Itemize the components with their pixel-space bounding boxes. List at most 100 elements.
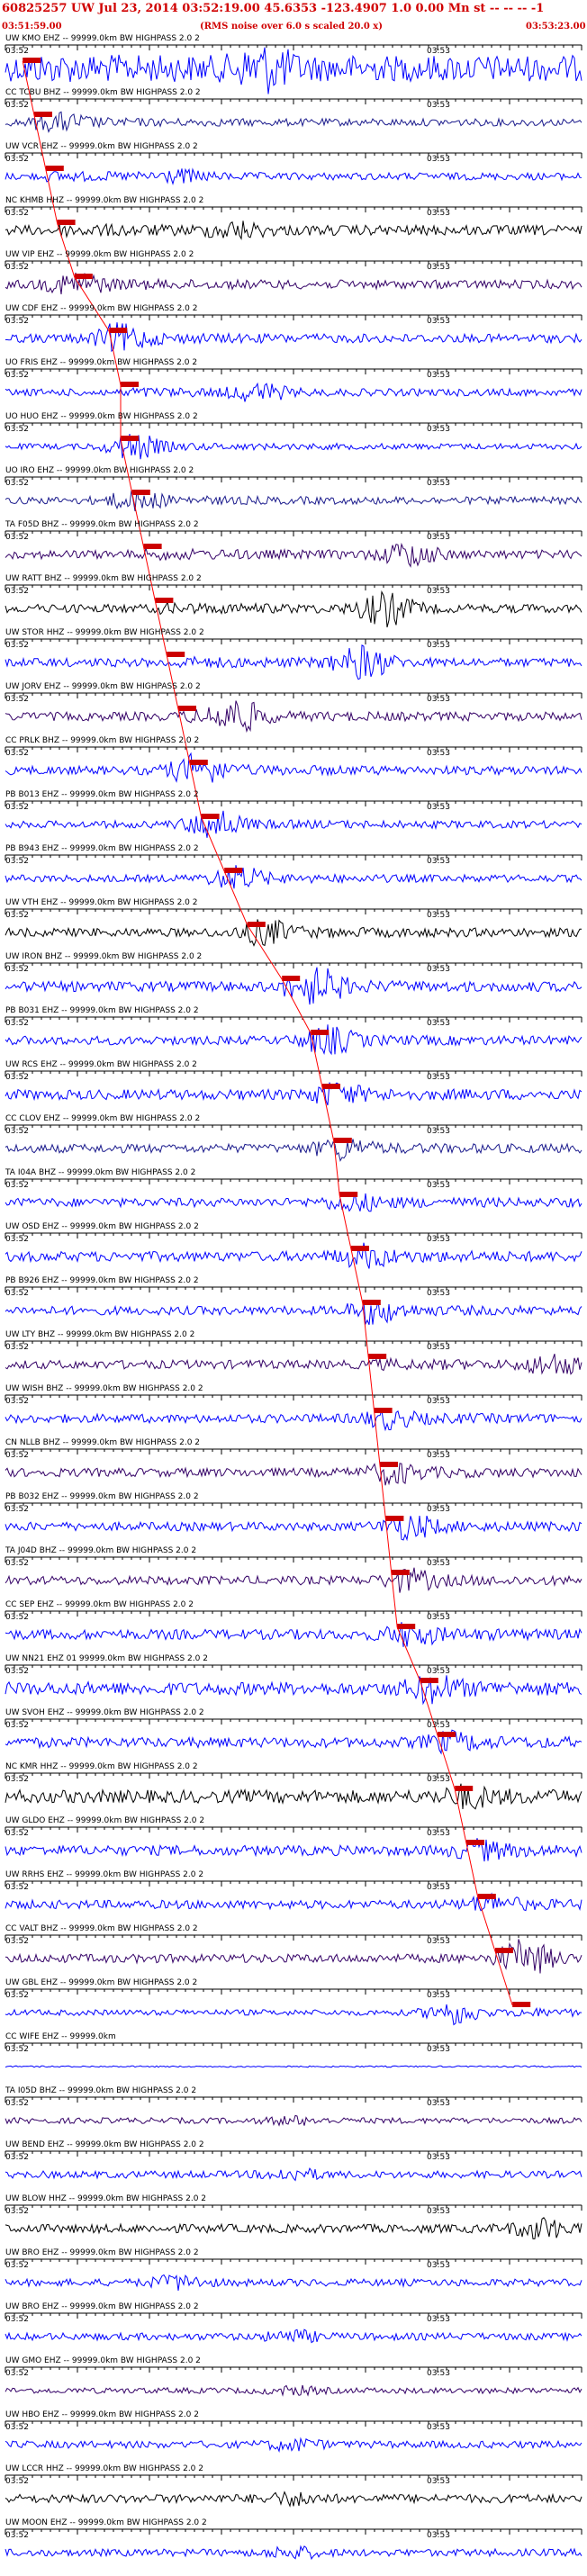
time-ticks — [5, 1071, 582, 1076]
tick-label-right: 03:53 — [427, 1559, 450, 1568]
waveform-trace — [5, 1838, 582, 1862]
waveform-trace — [5, 1242, 582, 1269]
tick-label-left: 03:52 — [5, 425, 29, 434]
tick-label-right: 03:53 — [427, 2423, 450, 2432]
time-ticks — [5, 369, 582, 374]
waveform-trace — [5, 542, 582, 568]
phase-pick-marker — [466, 1840, 484, 1845]
tick-label-left: 03:52 — [5, 2207, 29, 2216]
tick-label-right: 03:53 — [427, 911, 450, 920]
trace-label: UW STOR HHZ -- 99999.0km BW HIGHPASS 2.0… — [5, 628, 204, 637]
waveform-trace — [5, 810, 582, 838]
tick-label-left: 03:52 — [5, 641, 29, 650]
trace-label: UW RCS EHZ -- 99999.0km BW HIGHPASS 2.0 … — [5, 1060, 197, 1069]
time-ticks — [5, 1287, 582, 1293]
time-ticks — [5, 1341, 582, 1347]
phase-pick-marker — [362, 1300, 381, 1305]
tick-label-right: 03:53 — [427, 803, 450, 812]
tick-label-left: 03:52 — [5, 47, 29, 56]
trace-label: UW WISH BHZ -- 99999.0km BW HIGHPASS 2.0… — [5, 1384, 203, 1393]
time-ticks — [5, 639, 582, 644]
waveform-trace — [5, 590, 582, 628]
tick-label-right: 03:53 — [427, 533, 450, 542]
time-ticks — [5, 1881, 582, 1887]
tick-label-right: 03:53 — [427, 1397, 450, 1406]
tick-label-right: 03:53 — [427, 1937, 450, 1946]
waveform-trace — [5, 1463, 582, 1486]
trace-label: PB B943 EHZ -- 99999.0km BW HIGHPASS 2.0… — [5, 844, 199, 853]
time-ticks — [5, 207, 582, 212]
tick-label-right: 03:53 — [427, 1775, 450, 1784]
trace-label: UW SVOH EHZ -- 99999.0km BW HIGHPASS 2.0… — [5, 1708, 204, 1717]
phase-pick-marker — [143, 544, 162, 549]
phase-pick-marker — [420, 1678, 438, 1683]
time-ticks — [5, 1395, 582, 1401]
waveform-trace — [5, 434, 582, 460]
waveform-trace — [5, 2328, 582, 2344]
tick-label-left: 03:52 — [5, 533, 29, 542]
trace-label: UW LTY BHZ -- 99999.0km BW HIGHPASS 2.0 … — [5, 1330, 195, 1339]
waveform-trace — [5, 2166, 582, 2182]
time-ticks — [5, 855, 582, 860]
time-ticks — [5, 153, 582, 158]
waveform-trace — [5, 2436, 582, 2454]
tick-label-right: 03:53 — [427, 857, 450, 866]
phase-pick-marker — [385, 1516, 404, 1521]
tick-label-left: 03:52 — [5, 479, 29, 488]
phase-pick-marker — [131, 490, 150, 495]
trace-label: UW BRO EHZ -- 99999.0km BW HIGHPASS 2.0 … — [5, 2248, 199, 2257]
phase-pick-marker — [45, 166, 64, 171]
waveform-trace — [5, 967, 582, 1005]
phase-pick-marker — [247, 922, 266, 927]
time-ticks — [5, 423, 582, 428]
tick-label-left: 03:52 — [5, 587, 29, 596]
tick-label-right: 03:53 — [427, 2261, 450, 2270]
phase-pick-marker — [333, 1138, 352, 1143]
phase-pick-marker — [512, 2002, 531, 2007]
tick-label-right: 03:53 — [427, 2099, 450, 2108]
time-ticks — [5, 2313, 582, 2319]
tick-label-left: 03:52 — [5, 803, 29, 812]
time-ticks — [5, 1827, 582, 1833]
seismogram-plot: UW KMO EHZ -- 99999.0km BW HIGHPASS 2.0 … — [0, 34, 587, 2572]
tick-label-left: 03:52 — [5, 1775, 29, 1784]
time-ticks — [5, 531, 582, 536]
time-ticks — [5, 1611, 582, 1617]
tick-label-right: 03:53 — [427, 1829, 450, 1838]
time-ticks — [5, 1719, 582, 1725]
time-ticks — [5, 1233, 582, 1238]
tick-label-left: 03:52 — [5, 1559, 29, 1568]
tick-label-right: 03:53 — [427, 1451, 450, 1460]
waveform-trace — [5, 2274, 582, 2291]
tick-label-right: 03:53 — [427, 1181, 450, 1190]
phase-pick-marker — [397, 1624, 416, 1629]
tick-label-left: 03:52 — [5, 371, 29, 380]
tick-label-left: 03:52 — [5, 317, 29, 326]
start-time: 03:51:59.00 — [2, 22, 62, 32]
time-ticks — [5, 261, 582, 266]
phase-pick-marker — [74, 274, 93, 279]
phase-pick-marker — [167, 652, 185, 657]
tick-label-right: 03:53 — [427, 2153, 450, 2162]
tick-label-left: 03:52 — [5, 263, 29, 272]
tick-label-left: 03:52 — [5, 965, 29, 974]
phase-pick-marker — [178, 706, 196, 711]
tick-label-right: 03:53 — [427, 1127, 450, 1136]
time-ticks — [5, 1125, 582, 1130]
waveform-trace — [5, 1939, 582, 1974]
tick-label-left: 03:52 — [5, 1505, 29, 1514]
waveform-trace — [5, 1024, 582, 1056]
time-ticks — [5, 2259, 582, 2265]
waveform-trace — [5, 1139, 582, 1162]
time-ticks — [5, 1449, 582, 1455]
waveform-trace — [5, 322, 582, 353]
trace-label: UW IRON BHZ -- 99999.0km BW HIGHPASS 2.0… — [5, 952, 203, 961]
trace-label: UW NN21 EHZ 01 99999.0km BW HIGHPASS 2.0… — [5, 1654, 208, 1663]
tick-label-left: 03:52 — [5, 2531, 29, 2540]
tick-label-left: 03:52 — [5, 1019, 29, 1028]
tick-label-right: 03:53 — [427, 1343, 450, 1352]
tick-label-right: 03:53 — [427, 1505, 450, 1514]
time-ticks — [5, 2529, 582, 2535]
trace-label: TA I04A BHZ -- 99999.0km BW HIGHPASS 2.0… — [5, 1168, 196, 1177]
tick-label-right: 03:53 — [427, 155, 450, 164]
